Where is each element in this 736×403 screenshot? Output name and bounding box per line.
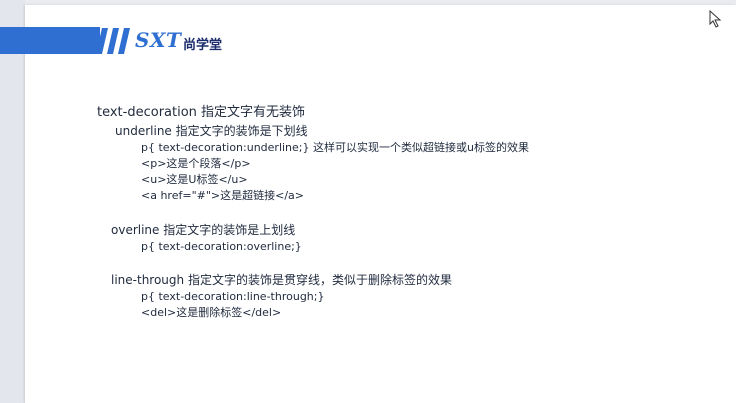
paragraph-example: <p>这是个段落</p> <box>141 157 251 170</box>
text-decoration-heading: text-decoration 指定文字有无装饰 <box>97 105 306 120</box>
logo-slash-marks <box>96 28 130 54</box>
mouse-cursor-icon <box>709 10 722 28</box>
hyperlink-example: <a href="#">这是超链接</a> <box>141 189 304 202</box>
del-tag-example: <del>这是删除标签</del> <box>141 306 282 319</box>
underline-description: underline 指定文字的装饰是下划线 <box>115 124 308 138</box>
overline-description: overline 指定文字的装饰是上划线 <box>111 223 296 237</box>
logo-brand: SXT <box>135 28 182 52</box>
slide-canvas <box>25 5 736 403</box>
overline-css-example: p{ text-decoration:overline;} <box>141 240 302 253</box>
logo-name: 尚学堂 <box>183 38 223 53</box>
line-through-css-example: p{ text-decoration:line-through;} <box>141 290 325 303</box>
line-through-description: line-through 指定文字的装饰是贯穿线，类似于删除标签的效果 <box>111 273 452 287</box>
window-left-edge <box>0 0 25 403</box>
underline-css-example: p{ text-decoration:underline;} 这样可以实现一个类… <box>141 141 529 154</box>
header-accent-bar <box>0 27 100 54</box>
u-tag-example: <u>这是U标签</u> <box>141 173 248 186</box>
